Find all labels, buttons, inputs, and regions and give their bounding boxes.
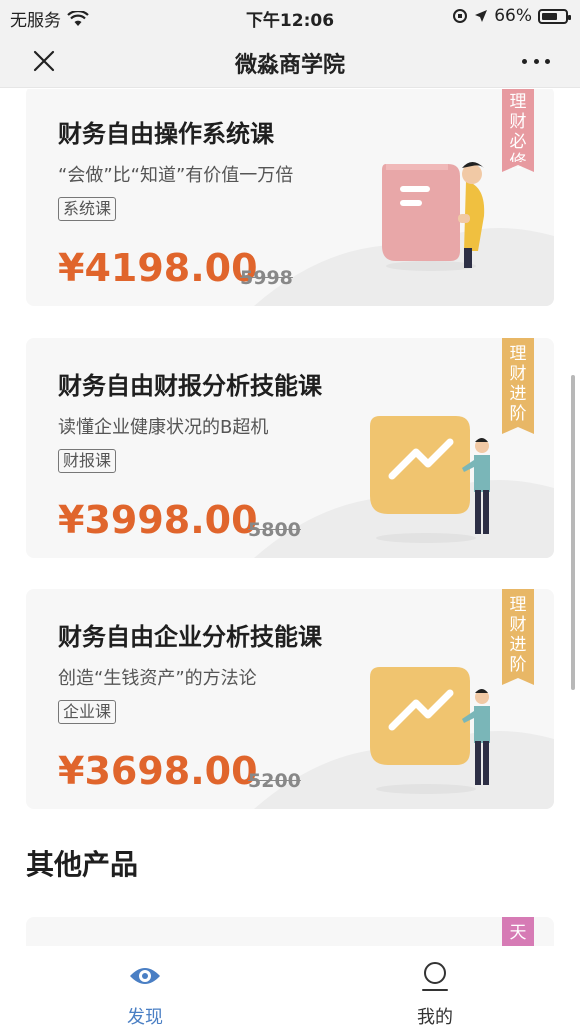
course-tag: 系统课 xyxy=(58,197,117,221)
section-title: 其他产品 xyxy=(26,848,139,881)
course-name: 财务自由企业分析技能课 xyxy=(58,623,322,651)
user-icon xyxy=(422,962,448,991)
eye-icon xyxy=(130,968,160,984)
more-dot xyxy=(522,58,527,64)
chart-person-illustration xyxy=(370,416,490,543)
battery-icon xyxy=(538,8,571,24)
course-name: 财务自由财报分析技能课 xyxy=(58,372,322,400)
nav-bar: 微淼商学院 xyxy=(0,34,580,88)
course-desc: 读懂企业健康状况的B超机 xyxy=(58,417,269,438)
course-desc: 创造“生钱资产”的方法论 xyxy=(58,668,257,689)
ribbon-tail xyxy=(502,162,534,172)
course-original-price: 5200 xyxy=(248,770,301,792)
tab-label: 我的 xyxy=(417,1007,453,1028)
course-card[interactable]: 财务自由操作系统课 “会做”比“知道”有价值一万倍 系统课 ¥4198.00 5… xyxy=(26,89,554,306)
course-ribbon: 理财必修 xyxy=(502,89,534,172)
course-tag: 财报课 xyxy=(58,449,117,473)
chart-person-illustration xyxy=(370,667,490,794)
more-icon[interactable] xyxy=(522,47,550,75)
product-card-peek[interactable]: 天 xyxy=(26,917,554,946)
course-price: ¥3998.00 xyxy=(58,498,258,542)
tab-bar: 发现 我的 xyxy=(0,946,580,1031)
course-list[interactable]: 财务自由操作系统课 “会做”比“知道”有价值一万倍 系统课 ¥4198.00 5… xyxy=(0,89,580,946)
ribbon-tail xyxy=(502,675,534,685)
course-ribbon: 天 xyxy=(502,917,534,946)
status-right: 66% xyxy=(452,6,571,26)
tab-label: 发现 xyxy=(127,1007,163,1028)
location-icon xyxy=(475,10,488,22)
ribbon-tail xyxy=(502,424,534,434)
course-price: ¥4198.00 xyxy=(58,246,258,290)
course-price: ¥3698.00 xyxy=(58,749,258,793)
course-tag: 企业课 xyxy=(58,700,117,724)
tab-profile[interactable]: 我的 xyxy=(385,960,485,1029)
course-card[interactable]: 财务自由企业分析技能课 创造“生钱资产”的方法论 企业课 ¥3698.00 52… xyxy=(26,589,554,809)
course-card[interactable]: 财务自由财报分析技能课 读懂企业健康状况的B超机 财报课 ¥3998.00 58… xyxy=(26,338,554,558)
more-dot xyxy=(545,58,550,64)
course-ribbon: 理财进阶 xyxy=(502,589,534,675)
status-bar: 无服务 下午12:06 66% xyxy=(0,0,580,34)
orientation-lock-icon xyxy=(453,9,468,23)
course-desc: “会做”比“知道”有价值一万倍 xyxy=(58,165,294,186)
document-person-illustration xyxy=(382,162,485,271)
tab-discover[interactable]: 发现 xyxy=(95,960,195,1029)
more-dot xyxy=(533,58,539,64)
course-original-price: 5998 xyxy=(240,267,293,289)
scrollbar[interactable] xyxy=(571,375,575,690)
course-ribbon: 理财进阶 xyxy=(502,338,534,424)
battery-percent: 66% xyxy=(494,6,532,26)
page-title: 微淼商学院 xyxy=(234,53,345,78)
course-original-price: 5800 xyxy=(248,519,301,541)
battery-fill xyxy=(542,12,557,20)
course-name: 财务自由操作系统课 xyxy=(58,120,274,148)
